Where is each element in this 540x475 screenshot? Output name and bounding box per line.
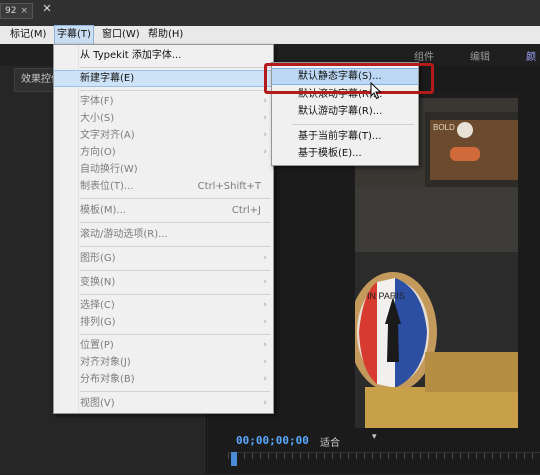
- timeline-ruler[interactable]: [228, 452, 540, 475]
- submenu-item-default-crawl[interactable]: 默认游动字幕(R)...: [272, 103, 418, 120]
- chair-text: IN PARIS: [367, 291, 405, 301]
- chevron-right-icon: ›: [263, 147, 267, 157]
- menu-item-label: 分布对象(B): [80, 374, 135, 385]
- shelf-sign-text: BOLD: [433, 123, 455, 132]
- divider: [80, 90, 270, 91]
- divider: [80, 246, 270, 247]
- menu-item-label: 默认游动字幕(R)...: [298, 106, 383, 117]
- menu-item-label: 模板(M)...: [80, 205, 126, 216]
- tab-close-icon[interactable]: ×: [20, 6, 28, 16]
- divider: [80, 334, 270, 335]
- timecode-display[interactable]: 00;00;00;00: [236, 434, 309, 447]
- chevron-right-icon: ›: [263, 130, 267, 140]
- menu-item-label: 基于模板(E)...: [298, 148, 362, 159]
- divider: [80, 270, 270, 271]
- menu-item-orientation[interactable]: 方向(O) ›: [54, 144, 273, 161]
- menu-item-distribute[interactable]: 分布对象(B) ›: [54, 371, 273, 388]
- menu-item-position[interactable]: 位置(P) ›: [54, 337, 273, 354]
- chevron-right-icon: ›: [263, 300, 267, 310]
- menu-item-label: 图形(G): [80, 253, 116, 264]
- fit-dropdown[interactable]: 适合: [320, 434, 340, 449]
- shortcut-label: Ctrl+J: [231, 205, 261, 216]
- menu-help[interactable]: 帮助(H): [146, 26, 185, 44]
- menu-item-arrange[interactable]: 排列(G) ›: [54, 314, 273, 331]
- menu-item-label: 对齐对象(J): [80, 357, 131, 368]
- chevron-right-icon: ›: [263, 398, 267, 408]
- divider: [80, 198, 270, 199]
- mouse-cursor-icon: [370, 82, 382, 100]
- menu-item-label: 方向(O): [80, 147, 116, 158]
- chevron-right-icon: ›: [263, 253, 267, 263]
- menu-item-view[interactable]: 视图(V) ›: [54, 395, 273, 412]
- menu-item-label: 位置(P): [80, 340, 114, 351]
- menu-item-graphic[interactable]: 图形(G) ›: [54, 250, 273, 267]
- menu-item-label: 新建字幕(E): [80, 73, 135, 84]
- menu-item-label: 滚动/游动选项(R)...: [80, 229, 168, 240]
- menu-item-word-wrap[interactable]: 自动换行(W): [54, 161, 273, 178]
- close-icon[interactable]: ✕: [40, 2, 54, 16]
- menu-item-label: 排列(G): [80, 317, 116, 328]
- menu-item-roll-crawl[interactable]: 滚动/游动选项(R)...: [54, 226, 273, 243]
- title-menu: 从 Typekit 添加字体... 新建字幕(E) › 字体(F) › 大小(S…: [53, 44, 274, 414]
- chevron-right-icon: ›: [263, 113, 267, 123]
- menu-item-label: 文字对齐(A): [80, 130, 135, 141]
- menu-item-label: 从 Typekit 添加字体...: [80, 50, 182, 61]
- annotation-highlight-box: [264, 63, 434, 94]
- chevron-right-icon: ›: [263, 357, 267, 367]
- menu-marker[interactable]: 标记(M): [8, 26, 48, 44]
- menu-item-align-objects[interactable]: 对齐对象(J) ›: [54, 354, 273, 371]
- workspace-editing[interactable]: 编辑: [470, 48, 490, 63]
- chevron-right-icon: ›: [263, 96, 267, 106]
- divider: [80, 294, 270, 295]
- menu-item-select[interactable]: 选择(C) ›: [54, 297, 273, 314]
- menu-item-new-title[interactable]: 新建字幕(E) ›: [54, 70, 273, 87]
- shortcut-label: Ctrl+Shift+T: [197, 181, 261, 192]
- menu-title[interactable]: 字幕(T): [54, 25, 94, 45]
- document-tab-label: 92: [5, 6, 17, 16]
- divider: [80, 391, 270, 392]
- menu-item-label: 基于当前字幕(T)...: [298, 131, 382, 142]
- chevron-right-icon: ›: [263, 374, 267, 384]
- menu-window[interactable]: 窗口(W): [100, 26, 142, 44]
- menu-item-transform[interactable]: 变换(N) ›: [54, 274, 273, 291]
- workspace-assembly[interactable]: 组件: [414, 48, 434, 63]
- chevron-right-icon: ›: [263, 340, 267, 350]
- divider: [80, 222, 270, 223]
- menu-item-font[interactable]: 字体(F) ›: [54, 93, 273, 110]
- menu-item-typekit[interactable]: 从 Typekit 添加字体...: [54, 47, 273, 64]
- menu-item-label: 自动换行(W): [80, 164, 138, 175]
- document-tab[interactable]: 92 ×: [0, 3, 33, 19]
- menu-item-label: 字体(F): [80, 96, 114, 107]
- menu-item-label: 变换(N): [80, 277, 116, 288]
- menu-item-label: 大小(S): [80, 113, 115, 124]
- menu-item-label: 视图(V): [80, 398, 115, 409]
- menu-item-size[interactable]: 大小(S) ›: [54, 110, 273, 127]
- divider: [292, 124, 414, 125]
- playhead-handle[interactable]: [231, 452, 237, 466]
- chevron-down-icon[interactable]: ▾: [372, 432, 377, 442]
- menu-bar: 标记(M) 字幕(T) 窗口(W) 帮助(H): [0, 25, 540, 45]
- menu-item-tab-stops[interactable]: 制表位(T)... Ctrl+Shift+T: [54, 178, 273, 195]
- chevron-right-icon: ›: [263, 277, 267, 287]
- app-title-strip: 92 × ✕: [0, 0, 540, 26]
- submenu-item-based-on-template[interactable]: 基于模板(E)...: [272, 145, 418, 162]
- menu-item-templates[interactable]: 模板(M)... Ctrl+J: [54, 202, 273, 219]
- divider: [80, 67, 270, 68]
- chevron-right-icon: ›: [263, 317, 267, 327]
- menu-item-label: 制表位(T)...: [80, 181, 134, 192]
- submenu-item-based-on-current[interactable]: 基于当前字幕(T)...: [272, 128, 418, 145]
- menu-item-align[interactable]: 文字对齐(A) ›: [54, 127, 273, 144]
- menu-item-label: 选择(C): [80, 300, 115, 311]
